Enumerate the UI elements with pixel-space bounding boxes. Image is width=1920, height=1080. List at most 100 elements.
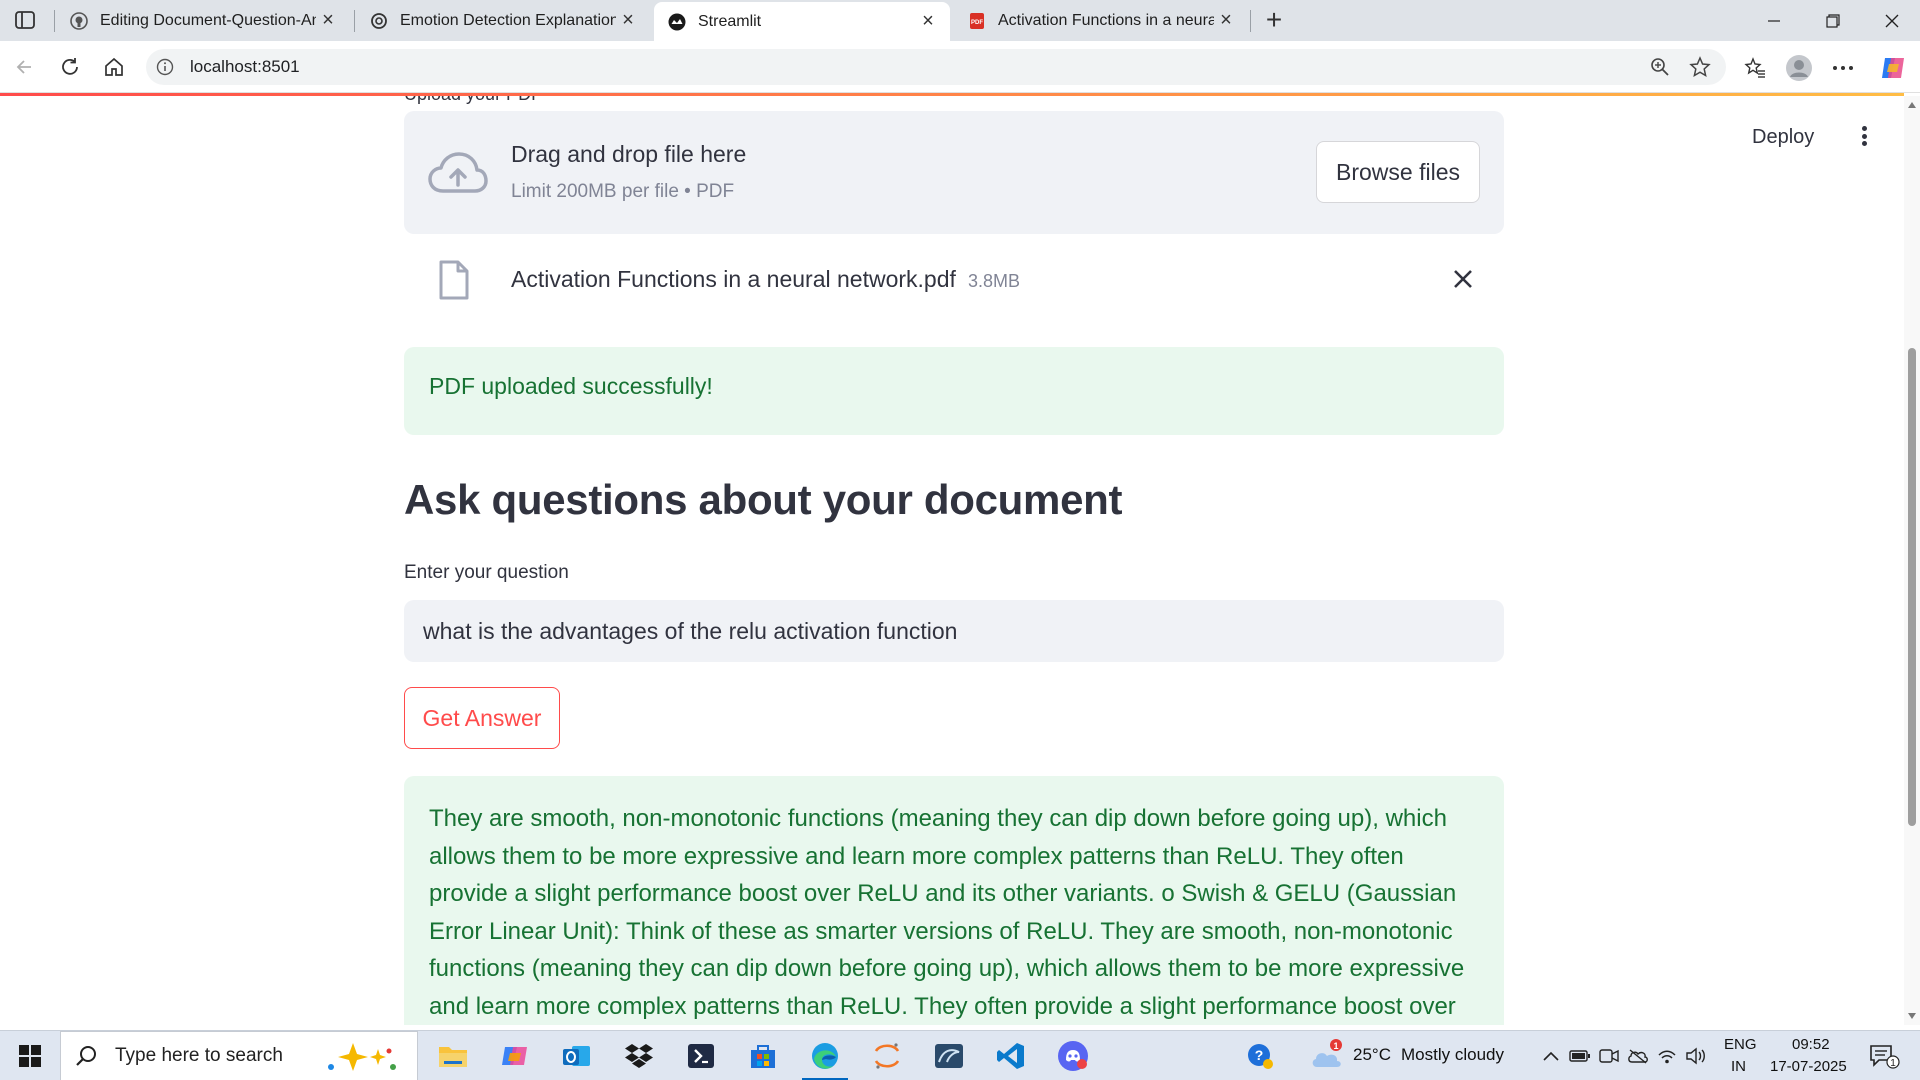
streamlit-icon [668, 13, 686, 31]
powershell-icon[interactable] [672, 1031, 730, 1080]
file-size: 3.8MB [968, 271, 1021, 291]
profile-avatar[interactable] [1782, 51, 1816, 85]
browser-tab-strip: Editing Document-Question-Answ × Emotion… [0, 0, 1920, 41]
close-window-button[interactable] [1864, 0, 1920, 41]
scroll-up-arrow[interactable] [1908, 102, 1916, 108]
tab-separator [354, 10, 355, 32]
weather-condition[interactable]: Mostly cloudy [1401, 1045, 1504, 1065]
scroll-down-arrow[interactable] [1908, 1013, 1916, 1019]
cloud-upload-icon [428, 152, 488, 193]
tab-streamlit[interactable]: Streamlit × [654, 2, 950, 41]
tab-separator [54, 10, 55, 32]
svg-text:PDF: PDF [971, 20, 983, 26]
file-name: Activation Functions in a neural network… [511, 266, 956, 292]
language-code[interactable]: ENG [1724, 1036, 1757, 1053]
close-icon[interactable]: × [916, 10, 940, 34]
close-icon[interactable]: × [1214, 9, 1238, 33]
meet-now-icon[interactable] [1597, 1044, 1621, 1068]
page-scrollbar[interactable] [1904, 96, 1920, 1025]
browse-files-button[interactable]: Browse files [1316, 141, 1480, 203]
svg-text:1: 1 [1333, 1041, 1338, 1051]
clock-time[interactable]: 09:52 [1792, 1036, 1830, 1053]
wifi-icon[interactable] [1655, 1044, 1679, 1068]
streamlit-app: Deploy Upload your PDF Drag and drop fil… [0, 96, 1904, 1025]
tab-title: Streamlit [698, 12, 762, 30]
svg-text:?: ? [1255, 1047, 1264, 1063]
dropzone-limit: Limit 200MB per file • PDF [511, 181, 735, 202]
refresh-button[interactable] [54, 51, 86, 83]
vscode-icon[interactable] [982, 1031, 1040, 1080]
uploaded-file: Activation Functions in a neural network… [404, 246, 1504, 310]
answer-box: They are smooth, non-monotonic functions… [404, 776, 1504, 1025]
windows-start-button[interactable] [0, 1031, 60, 1080]
mysql-workbench-icon[interactable] [920, 1031, 978, 1080]
file-dropzone[interactable]: Drag and drop file here Limit 200MB per … [404, 111, 1504, 234]
weather-temperature[interactable]: 25°C [1353, 1045, 1391, 1065]
zoom-icon[interactable] [1642, 49, 1678, 85]
answer-text: They are smooth, non-monotonic functions… [429, 805, 1465, 1020]
edge-browser-icon[interactable] [796, 1031, 854, 1080]
tab-github[interactable]: Editing Document-Question-Answ × [56, 2, 350, 39]
restore-button[interactable] [1805, 0, 1861, 41]
dropbox-icon[interactable] [610, 1031, 668, 1080]
favorite-star-icon[interactable] [1682, 49, 1718, 85]
address-bar[interactable]: localhost:8501 [146, 49, 1726, 85]
uploader-label: Upload your PDF [404, 96, 542, 105]
tab-emotion-detection[interactable]: Emotion Detection Explanation × [356, 2, 650, 39]
tab-title: Activation Functions in a neural n [998, 11, 1214, 29]
home-button[interactable] [98, 51, 130, 83]
volume-icon[interactable] [1684, 1044, 1708, 1068]
success-alert: PDF uploaded successfully! [404, 347, 1504, 435]
file-icon [439, 260, 469, 300]
language-region[interactable]: IN [1731, 1058, 1746, 1075]
close-icon[interactable]: × [316, 9, 340, 33]
microsoft-store-icon[interactable] [734, 1031, 792, 1080]
jupyter-icon[interactable] [858, 1031, 916, 1080]
copilot-icon[interactable] [1876, 51, 1910, 85]
browser-toolbar: localhost:8501 [0, 41, 1920, 93]
weather-cloudy-icon[interactable]: 1 [1310, 1039, 1344, 1071]
success-message: PDF uploaded successfully! [429, 373, 713, 399]
question-label: Enter your question [404, 562, 569, 583]
windows-taskbar: Type here to search ? 1 25°C Mostly clou… [0, 1030, 1920, 1080]
get-answer-button[interactable]: Get Answer [404, 687, 560, 749]
close-icon[interactable]: × [616, 9, 640, 33]
search-placeholder: Type here to search [115, 1045, 283, 1066]
discord-icon[interactable] [1044, 1031, 1102, 1080]
back-button[interactable] [8, 51, 40, 83]
openai-icon [370, 12, 388, 30]
tab-separator [1250, 10, 1251, 32]
remove-file-icon[interactable] [1448, 264, 1478, 294]
scrollbar-thumb[interactable] [1908, 348, 1916, 826]
favorites-icon[interactable] [1738, 51, 1772, 85]
outlook-icon[interactable] [548, 1031, 606, 1080]
new-tab-button[interactable]: + [1260, 4, 1288, 35]
search-highlight-icon [328, 1043, 396, 1071]
tab-title: Editing Document-Question-Answ [100, 11, 316, 29]
tab-title: Emotion Detection Explanation [400, 11, 616, 29]
tab-activation-functions-pdf[interactable]: PDF Activation Functions in a neural n × [954, 2, 1248, 39]
question-input[interactable]: what is the advantages of the relu activ… [404, 600, 1504, 662]
more-options-icon[interactable] [1826, 51, 1860, 85]
clock-date[interactable]: 17-07-2025 [1770, 1058, 1847, 1075]
url-text: localhost:8501 [190, 57, 300, 76]
file-explorer-icon[interactable] [424, 1031, 482, 1080]
copilot-app-icon[interactable] [486, 1031, 544, 1080]
svg-text:1: 1 [1890, 1058, 1896, 1069]
github-icon [70, 11, 88, 30]
dropzone-title: Drag and drop file here [511, 141, 747, 167]
chevron-up-icon[interactable] [1539, 1044, 1563, 1068]
battery-icon[interactable] [1568, 1044, 1592, 1068]
pdf-icon: PDF [968, 12, 986, 30]
main-menu-icon[interactable] [1854, 122, 1874, 150]
onedrive-offline-icon[interactable] [1626, 1044, 1650, 1068]
site-info-icon[interactable] [156, 58, 174, 76]
search-icon [76, 1046, 96, 1066]
help-icon[interactable]: ? [1246, 1042, 1274, 1070]
page-heading: Ask questions about your document [404, 476, 1123, 523]
minimize-button[interactable] [1746, 0, 1802, 41]
tab-actions-icon[interactable] [12, 8, 38, 32]
notification-center-icon[interactable]: 1 [1868, 1042, 1900, 1070]
deploy-button[interactable]: Deploy [1752, 126, 1814, 149]
taskbar-search-box[interactable]: Type here to search [60, 1031, 418, 1080]
